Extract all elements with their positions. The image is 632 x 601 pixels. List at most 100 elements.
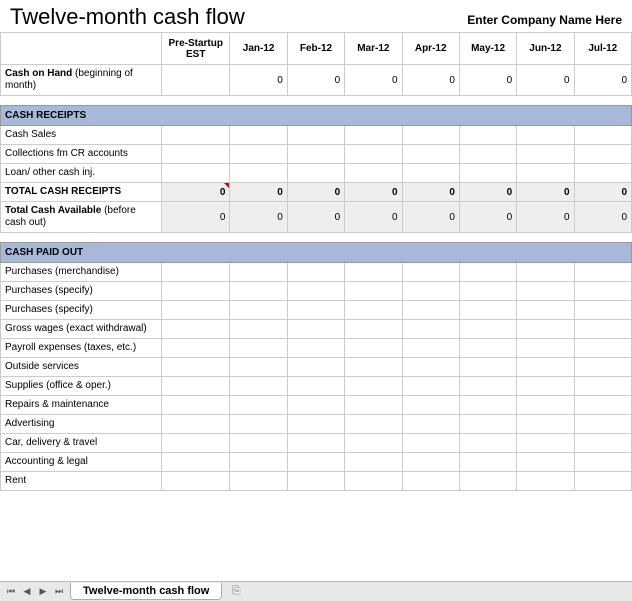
cell[interactable] xyxy=(345,415,402,434)
cell[interactable] xyxy=(162,145,230,164)
cell[interactable] xyxy=(230,320,287,339)
cell[interactable]: 0 xyxy=(517,65,574,96)
cell[interactable] xyxy=(574,126,631,145)
cell[interactable] xyxy=(459,453,516,472)
cell[interactable] xyxy=(287,301,344,320)
cell[interactable] xyxy=(459,263,516,282)
cell[interactable] xyxy=(402,472,459,491)
cell[interactable] xyxy=(402,339,459,358)
col-prestartup[interactable]: Pre-Startup EST xyxy=(162,33,230,65)
cell[interactable] xyxy=(230,263,287,282)
cell[interactable] xyxy=(287,472,344,491)
cell[interactable] xyxy=(459,472,516,491)
cell[interactable] xyxy=(287,339,344,358)
cell[interactable] xyxy=(230,301,287,320)
cell[interactable] xyxy=(230,453,287,472)
cell[interactable] xyxy=(574,358,631,377)
col-may[interactable]: May-12 xyxy=(459,33,516,65)
cell[interactable] xyxy=(230,282,287,301)
cell[interactable] xyxy=(517,472,574,491)
cell[interactable] xyxy=(287,453,344,472)
cell[interactable] xyxy=(517,263,574,282)
cell[interactable] xyxy=(162,415,230,434)
col-feb[interactable]: Feb-12 xyxy=(287,33,344,65)
cell[interactable] xyxy=(287,263,344,282)
cell[interactable] xyxy=(574,145,631,164)
cell[interactable] xyxy=(402,263,459,282)
cell[interactable] xyxy=(287,320,344,339)
col-jul[interactable]: Jul-12 xyxy=(574,33,631,65)
nav-last-icon[interactable]: ⏭ xyxy=(52,585,66,599)
cell[interactable] xyxy=(402,164,459,183)
cell[interactable]: 0 xyxy=(459,202,516,233)
cell[interactable] xyxy=(517,164,574,183)
cell[interactable] xyxy=(517,377,574,396)
cell[interactable]: 0 xyxy=(230,183,287,202)
cell[interactable] xyxy=(459,377,516,396)
cell[interactable] xyxy=(574,164,631,183)
cell[interactable] xyxy=(230,358,287,377)
cell[interactable]: 0 xyxy=(402,65,459,96)
cell[interactable]: 0 xyxy=(345,202,402,233)
cell[interactable] xyxy=(162,301,230,320)
cell[interactable]: 0 xyxy=(402,202,459,233)
col-apr[interactable]: Apr-12 xyxy=(402,33,459,65)
cell[interactable] xyxy=(162,282,230,301)
cell[interactable] xyxy=(345,358,402,377)
cell[interactable] xyxy=(517,320,574,339)
cell[interactable] xyxy=(162,65,230,96)
company-name[interactable]: Enter Company Name Here xyxy=(467,13,622,27)
cell[interactable] xyxy=(345,434,402,453)
cell[interactable]: 0 xyxy=(574,183,631,202)
cell[interactable] xyxy=(517,358,574,377)
cell[interactable] xyxy=(459,282,516,301)
cell[interactable] xyxy=(230,339,287,358)
cell[interactable] xyxy=(574,434,631,453)
col-jan[interactable]: Jan-12 xyxy=(230,33,287,65)
cell[interactable]: 0 xyxy=(459,183,516,202)
nav-first-icon[interactable]: ⏮ xyxy=(4,585,18,599)
cell[interactable] xyxy=(459,396,516,415)
new-sheet-icon[interactable]: ⎘ xyxy=(226,585,246,599)
cell[interactable] xyxy=(162,396,230,415)
cell[interactable] xyxy=(162,164,230,183)
cell[interactable] xyxy=(517,126,574,145)
cell[interactable]: 0 xyxy=(574,202,631,233)
cell[interactable] xyxy=(345,453,402,472)
cell[interactable] xyxy=(459,320,516,339)
cell[interactable] xyxy=(574,472,631,491)
cell[interactable] xyxy=(287,164,344,183)
cell[interactable] xyxy=(402,126,459,145)
cell[interactable]: 0 xyxy=(402,183,459,202)
cell[interactable] xyxy=(230,434,287,453)
cell[interactable] xyxy=(230,472,287,491)
cell[interactable] xyxy=(574,282,631,301)
sheet-tab[interactable]: Twelve-month cash flow xyxy=(70,583,222,600)
cell[interactable] xyxy=(230,415,287,434)
cell[interactable]: 0 xyxy=(574,65,631,96)
cell[interactable] xyxy=(402,358,459,377)
cell[interactable]: 0 xyxy=(287,202,344,233)
cell[interactable] xyxy=(345,396,402,415)
cell[interactable] xyxy=(574,320,631,339)
cell[interactable]: 0 xyxy=(287,65,344,96)
cell[interactable] xyxy=(517,282,574,301)
cell[interactable] xyxy=(162,320,230,339)
cell[interactable] xyxy=(574,301,631,320)
cell[interactable]: 0 xyxy=(345,65,402,96)
cell[interactable] xyxy=(162,358,230,377)
cell[interactable] xyxy=(345,301,402,320)
cell[interactable] xyxy=(574,377,631,396)
cell[interactable] xyxy=(162,126,230,145)
cell[interactable] xyxy=(459,126,516,145)
cell[interactable] xyxy=(517,396,574,415)
cell[interactable] xyxy=(287,358,344,377)
cell[interactable]: 0 xyxy=(230,65,287,96)
cell[interactable] xyxy=(162,472,230,491)
cell[interactable] xyxy=(517,434,574,453)
cell[interactable]: 0 xyxy=(517,202,574,233)
cell[interactable] xyxy=(162,434,230,453)
col-jun[interactable]: Jun-12 xyxy=(517,33,574,65)
cell[interactable] xyxy=(162,339,230,358)
cell[interactable] xyxy=(402,396,459,415)
